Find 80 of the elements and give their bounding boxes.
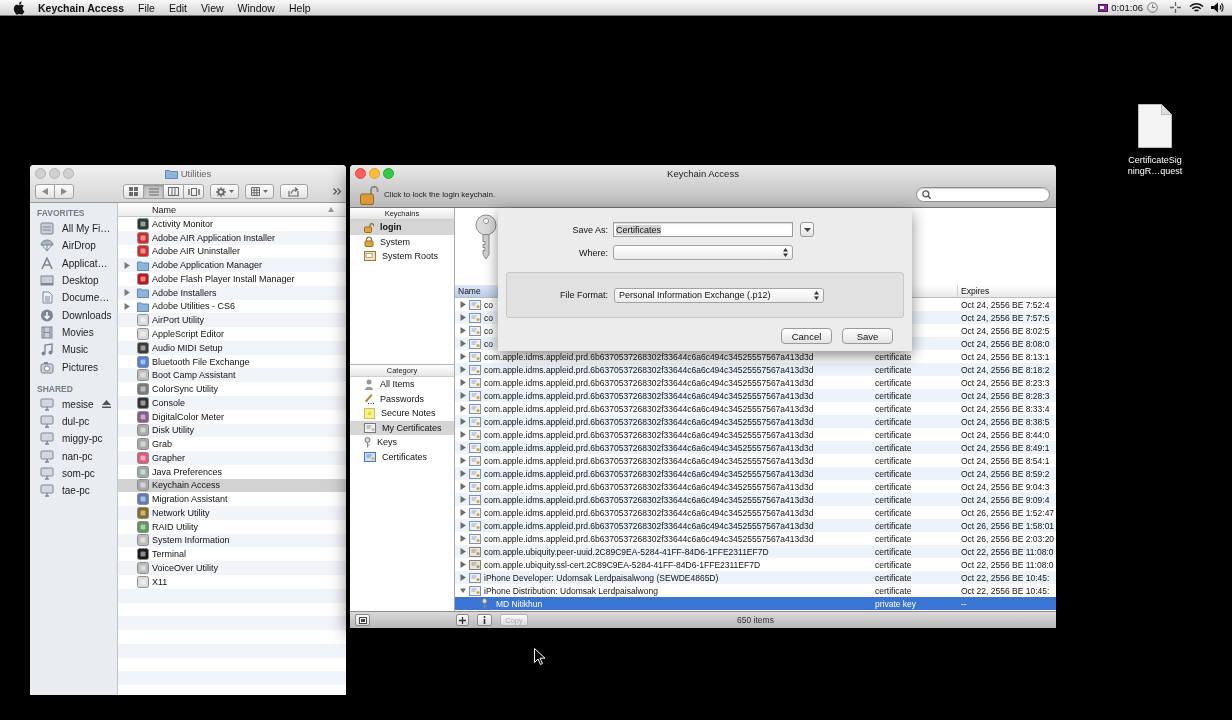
table-cell: Oct 26, 2556 BE 2:03:20: [961, 533, 1055, 544]
table-cell: MD Nitikhun: [496, 598, 543, 609]
table-cell: co: [484, 312, 493, 323]
table-cell: com.apple.idms.appleid.prd.6b6370537268302f33644c6a6c494c34525557567a413d3d: [484, 416, 814, 427]
table-cell: certificate: [875, 546, 912, 557]
table-cell: com.apple.idms.appleid.prd.6b6370537268302f33644c6a6c494c34525557567a413d3d: [484, 455, 814, 466]
window-title: Keychain Access: [667, 168, 739, 179]
table-cell: certificate: [875, 377, 912, 388]
table-cell: com.apple.ubiquity.peer-uuid.2C89C9EA-5284-41FF-84D6-1FFE2311EF7D: [484, 546, 769, 557]
table-cell: Oct 24, 2556 BE 8:49:1: [961, 442, 1050, 453]
field-label: Where:: [578, 247, 608, 258]
table-cell: com.apple.idms.appleid.prd.6b6370537268302f33644c6a6c494c34525557567a413d3d: [484, 403, 814, 414]
table-cell: iPhone Developer: Udomsak Lerdpaisalwong (SEWDE4865D): [484, 572, 719, 583]
table-cell: com.apple.idms.appleid.prd.6b6370537268302f33644c6a6c494c34525557567a413d3d: [484, 494, 814, 505]
table-cell: co: [484, 338, 493, 349]
table-cell: Oct 24, 2556 BE 9:04:3: [961, 481, 1050, 492]
section-heading: FAVORITES: [36, 207, 86, 220]
table-cell: Oct 22, 2556 BE 11:08:0: [961, 559, 1054, 570]
table-cell: Oct 24, 2556 BE 8:18:2: [961, 364, 1050, 375]
table-cell: Oct 24, 2556 BE 7:52:4: [961, 299, 1050, 310]
table-cell: Oct 22, 2556 BE 11:08:0: [961, 546, 1054, 557]
lock-hint: Click to lock the login keychain.: [384, 190, 496, 199]
table-cell: Oct 24, 2556 BE 8:33:4: [961, 403, 1050, 414]
table-cell: com.apple.idms.appleid.prd.6b6370537268302f33644c6a6c494c34525557567a413d3d: [484, 507, 814, 518]
table-cell: certificate: [875, 364, 912, 375]
table-cell: certificate: [875, 533, 912, 544]
table-cell: Oct 24, 2556 BE 8:28:3: [961, 390, 1050, 401]
table-cell: private key: [875, 598, 917, 609]
table-cell: com.apple.idms.appleid.prd.6b6370537268302f33644c6a6c494c34525557567a413d3d: [484, 429, 814, 440]
table-cell: Oct 24, 2556 BE 8:08:0: [961, 338, 1050, 349]
table-cell: certificate: [875, 429, 912, 440]
table-cell: Oct 24, 2556 BE 8:23:3: [961, 377, 1050, 388]
table-cell: com.apple.idms.appleid.prd.6b6370537268302f33644c6a6c494c34525557567a413d3d: [484, 520, 814, 531]
table-cell: Oct 24, 2556 BE 8:38:5: [961, 416, 1050, 427]
table-cell: com.apple.idms.appleid.prd.6b6370537268302f33644c6a6c494c34525557567a413d3d: [484, 364, 814, 375]
table-cell: certificate: [875, 442, 912, 453]
table-cell: Oct 22, 2556 BE 10:45:: [961, 572, 1050, 583]
table-cell: certificate: [875, 507, 912, 518]
table-cell: certificate: [875, 468, 912, 479]
table-cell: certificate: [875, 390, 912, 401]
table-cell: com.apple.idms.appleid.prd.6b6370537268302f33644c6a6c494c34525557567a413d3d: [484, 481, 814, 492]
table-cell: com.apple.idms.appleid.prd.6b6370537268302f33644c6a6c494c34525557567a413d3d: [484, 442, 814, 453]
table-cell: co: [484, 325, 493, 336]
table-cell: Oct 24, 2556 BE 8:54:1: [961, 455, 1050, 466]
field-label: File Format:: [559, 290, 608, 300]
table-cell: certificate: [875, 455, 912, 466]
table-cell: Oct 24, 2556 BE 8:13:1: [961, 351, 1050, 362]
table-cell: com.apple.ubiquity.ssl-cert.2C89C9EA-5284-41FF-84D6-1FFE2311EF7D: [484, 559, 761, 570]
table-cell: Oct 24, 2556 BE 9:09:4: [961, 494, 1050, 505]
table-cell: certificate: [875, 416, 912, 427]
table-cell: com.apple.idms.appleid.prd.6b6370537268302f33644c6a6c494c34525557567a413d3d: [484, 377, 814, 388]
selected-text: Certificates: [616, 224, 661, 235]
field-label: Save As:: [571, 224, 608, 235]
table-cell: certificate: [875, 572, 912, 583]
table-cell: certificate: [875, 559, 912, 570]
file-name: CertificateSigningR…quest: [1127, 155, 1183, 177]
table-cell: --: [961, 598, 967, 609]
table-cell: certificate: [875, 351, 912, 362]
table-cell: co: [484, 299, 493, 310]
table-cell: certificate: [875, 481, 912, 492]
table-cell: certificate: [875, 585, 912, 596]
table-cell: Oct 22, 2556 BE 10:45:: [961, 585, 1050, 596]
table-cell: certificate: [875, 494, 912, 505]
timer-text: 0:01:06: [1111, 2, 1143, 13]
table-cell: com.apple.idms.appleid.prd.6b6370537268302f33644c6a6c494c34525557567a413d3d: [484, 533, 814, 544]
table-cell: Oct 24, 2556 BE 8:44:0: [961, 429, 1050, 440]
table-cell: Oct 24, 2556 BE 8:02:5: [961, 325, 1050, 336]
table-cell: Oct 24, 2556 BE 8:59:2: [961, 468, 1050, 479]
window-title: Utilities: [180, 168, 212, 179]
table-cell: certificate: [875, 520, 912, 531]
table-cell: Oct 26, 2556 BE 1:58:01: [961, 520, 1055, 531]
table-cell: iPhone Distribution: Udomsak Lerdpaisalwong: [484, 585, 658, 596]
table-cell: com.apple.idms.appleid.prd.6b6370537268302f33644c6a6c494c34525557567a413d3d: [484, 390, 814, 401]
section-heading: SHARED: [36, 382, 74, 396]
item-count: 650 items: [737, 615, 774, 625]
table-cell: Oct 26, 2556 BE 1:52:47: [961, 507, 1055, 518]
table-cell: Oct 24, 2556 BE 7:57:5: [961, 312, 1050, 323]
table-cell: com.apple.idms.appleid.prd.6b6370537268302f33644c6a6c494c34525557567a413d3d: [484, 468, 814, 479]
table-cell: com.apple.idms.appleid.prd.6b6370537268302f33644c6a6c494c34525557567a413d3d: [484, 351, 814, 362]
table-cell: certificate: [875, 403, 912, 414]
